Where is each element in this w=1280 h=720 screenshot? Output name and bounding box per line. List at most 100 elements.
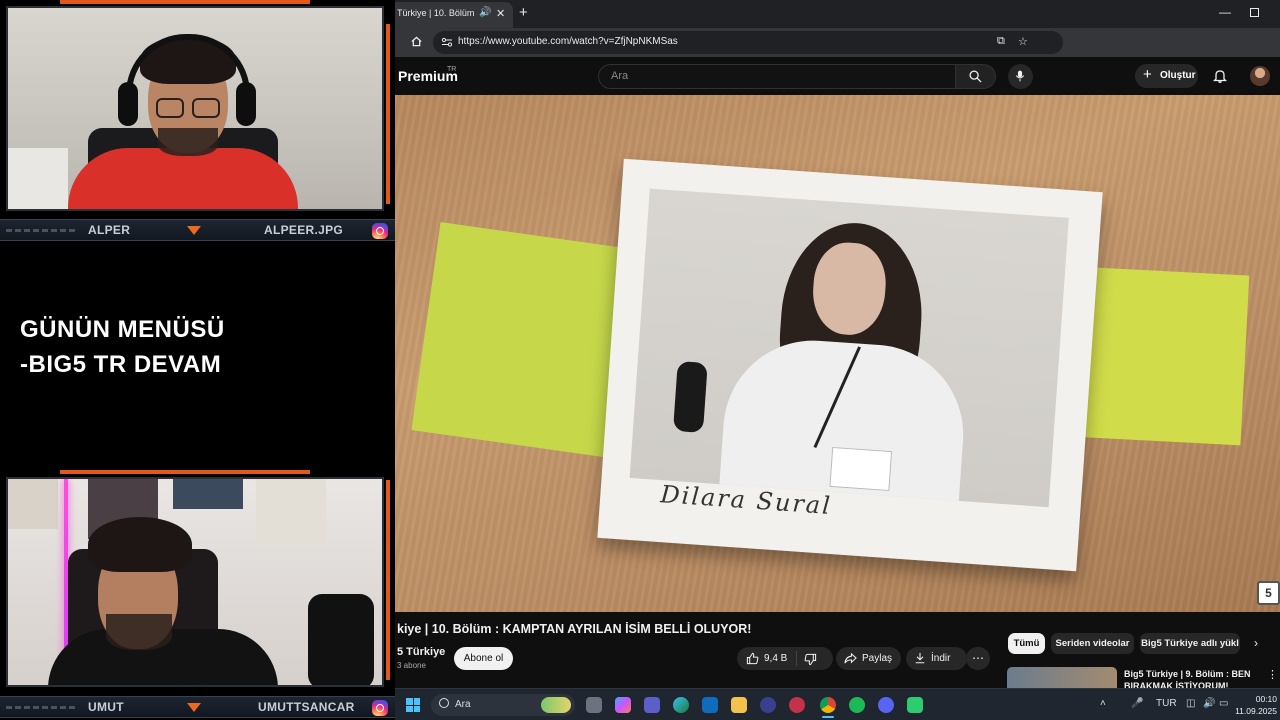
chevron-up-icon[interactable]: ˄ [1100,698,1106,709]
windows-start-icon[interactable] [406,698,420,712]
url-text[interactable]: https://www.youtube.com/watch?v=ZfjNpNKM… [458,36,678,47]
chip-label: Seriden videolar [1055,638,1130,649]
stream-overlay: ALPER ALPEER.JPG GÜNÜN MENÜSÜ -BIG5 TR D… [0,0,395,720]
headset-earcup [236,82,256,126]
more-vert-icon[interactable]: ⋮ [1267,668,1278,681]
subscriber-count: 3 abone [397,661,426,670]
network-icon[interactable]: ◫ [1186,698,1195,709]
channel-watermark: 5 [1257,581,1280,605]
clock-date: 11.09.2025 [1235,706,1277,716]
home-icon[interactable] [411,36,422,47]
instagram-icon [372,700,388,716]
nameplate-top: ALPER ALPEER.JPG [0,219,395,241]
mic-icon[interactable]: 🎤 [1131,698,1143,709]
tab-title: Türkiye | 10. Bölüm : K [397,8,477,18]
social-handle: ALPEER.JPG [264,223,344,237]
wall-poster [8,479,58,529]
create-label: Oluştur [1160,70,1196,81]
file-explorer-icon[interactable] [731,697,747,713]
video-player[interactable]: Dilara Sural 5 [395,95,1280,612]
download-icon [915,652,925,664]
more-actions-button[interactable]: ⋯ [966,647,990,670]
new-tab-button[interactable]: + [519,4,528,21]
site-settings-icon[interactable] [441,36,453,48]
recommendation-thumbnail[interactable] [1007,667,1117,689]
minimize-button[interactable]: — [1219,5,1231,19]
mic-icon [1015,70,1025,82]
tab-youtube[interactable]: Türkiye | 10. Bölüm : K 🔊 ✕ [395,2,513,28]
id-badge [829,446,893,492]
share-icon [844,652,857,664]
address-bar: https://www.youtube.com/watch?v=ZfjNpNKM… [395,28,1280,77]
search-highlight-icon [541,697,571,713]
app-icon[interactable] [907,697,923,713]
speaker-icon[interactable]: 🔊 [479,7,491,18]
search-placeholder: Ara [611,70,629,82]
wall-poster [173,479,243,509]
taskbar-search-label: Ara [455,699,471,710]
gaming-chair [308,594,374,685]
teams-icon[interactable] [644,697,660,713]
thumbs-down-icon[interactable] [804,653,817,666]
menu-announcement: GÜNÜN MENÜSÜ -BIG5 TR DEVAM [20,312,225,382]
share-button[interactable]: Paylaş [836,647,901,670]
download-button[interactable]: İndir [906,647,967,670]
overlay-accent-bar [386,24,390,204]
maximize-button[interactable] [1250,8,1259,17]
screen: ALPER ALPEER.JPG GÜNÜN MENÜSÜ -BIG5 TR D… [0,0,1280,720]
taskbar-search[interactable]: Ara [431,694,575,716]
instagram-icon [372,223,388,239]
search-icon [969,70,982,83]
chip-series[interactable]: Seriden videolar [1051,633,1134,654]
streamer-name: ALPER [88,223,131,237]
bookmark-star-icon[interactable]: ☆ [1018,35,1028,48]
download-label: İndir [931,653,951,664]
chip-all[interactable]: Tümü [1008,633,1045,654]
headset-earcup [118,82,138,126]
nameplate-stripe [6,706,76,709]
windows-taskbar: Ara ˄ 🎤 TUR ◫ 🔊 ▭ 00:10 11.09.2025 [395,688,1280,720]
outlook-icon[interactable] [702,697,718,713]
search-input[interactable]: Ara [598,64,956,89]
app-icon[interactable] [760,697,776,713]
task-view-icon[interactable] [586,697,602,713]
channel-name[interactable]: 5 Türkiye [397,646,445,658]
photo-image [629,188,1069,508]
close-tab-icon[interactable]: ✕ [496,7,505,20]
overlay-accent-bar [386,480,390,680]
spotify-icon[interactable] [849,697,865,713]
contestant-photo: Dilara Sural [597,158,1103,572]
copilot-icon[interactable] [615,697,631,713]
divider [796,651,797,666]
bell-icon[interactable] [1213,69,1227,83]
chrome-icon[interactable] [820,697,836,713]
create-button[interactable]: + Oluştur [1135,64,1198,88]
discord-icon[interactable] [878,697,894,713]
account-avatar[interactable] [1250,66,1270,86]
install-app-icon[interactable]: ⧉ [997,35,1005,48]
video-title: kiye | 10. Bölüm : KAMPTAN AYRILAN İSİM … [397,622,752,636]
chip-channel-uploads[interactable]: Big5 Türkiye adlı yükl [1140,633,1240,654]
room-wall [8,148,68,209]
clock-time: 00:10 [1255,694,1277,704]
like-count[interactable]: 9,4 B [764,653,787,664]
language-indicator[interactable]: TUR [1156,698,1177,709]
battery-icon[interactable]: ▭ [1219,698,1228,709]
omnibox[interactable]: https://www.youtube.com/watch?v=ZfjNpNKM… [433,31,1063,54]
chevron-down-icon [187,703,201,712]
recommendation-title[interactable]: Big5 Türkiye | 9. Bölüm : BEN BIRAKMAK İ… [1124,668,1264,688]
region-label: TR [447,66,457,73]
volume-icon[interactable]: 🔊 [1203,698,1215,709]
system-clock[interactable]: 00:10 11.09.2025 [1231,693,1277,717]
chevron-right-icon[interactable]: › [1254,636,1258,650]
youtube-header: Premium TR Ara + Oluştur [395,57,1280,95]
person-shirt [68,148,298,209]
search-icon [439,698,449,708]
subscribe-button[interactable]: Abone ol [454,647,513,670]
edge-icon[interactable] [673,697,689,713]
thumbs-up-icon[interactable] [746,652,759,665]
app-icon[interactable] [789,697,805,713]
voice-search-button[interactable] [1008,64,1033,89]
social-handle: UMUTTSANCAR [258,700,355,714]
search-button[interactable] [956,64,996,89]
